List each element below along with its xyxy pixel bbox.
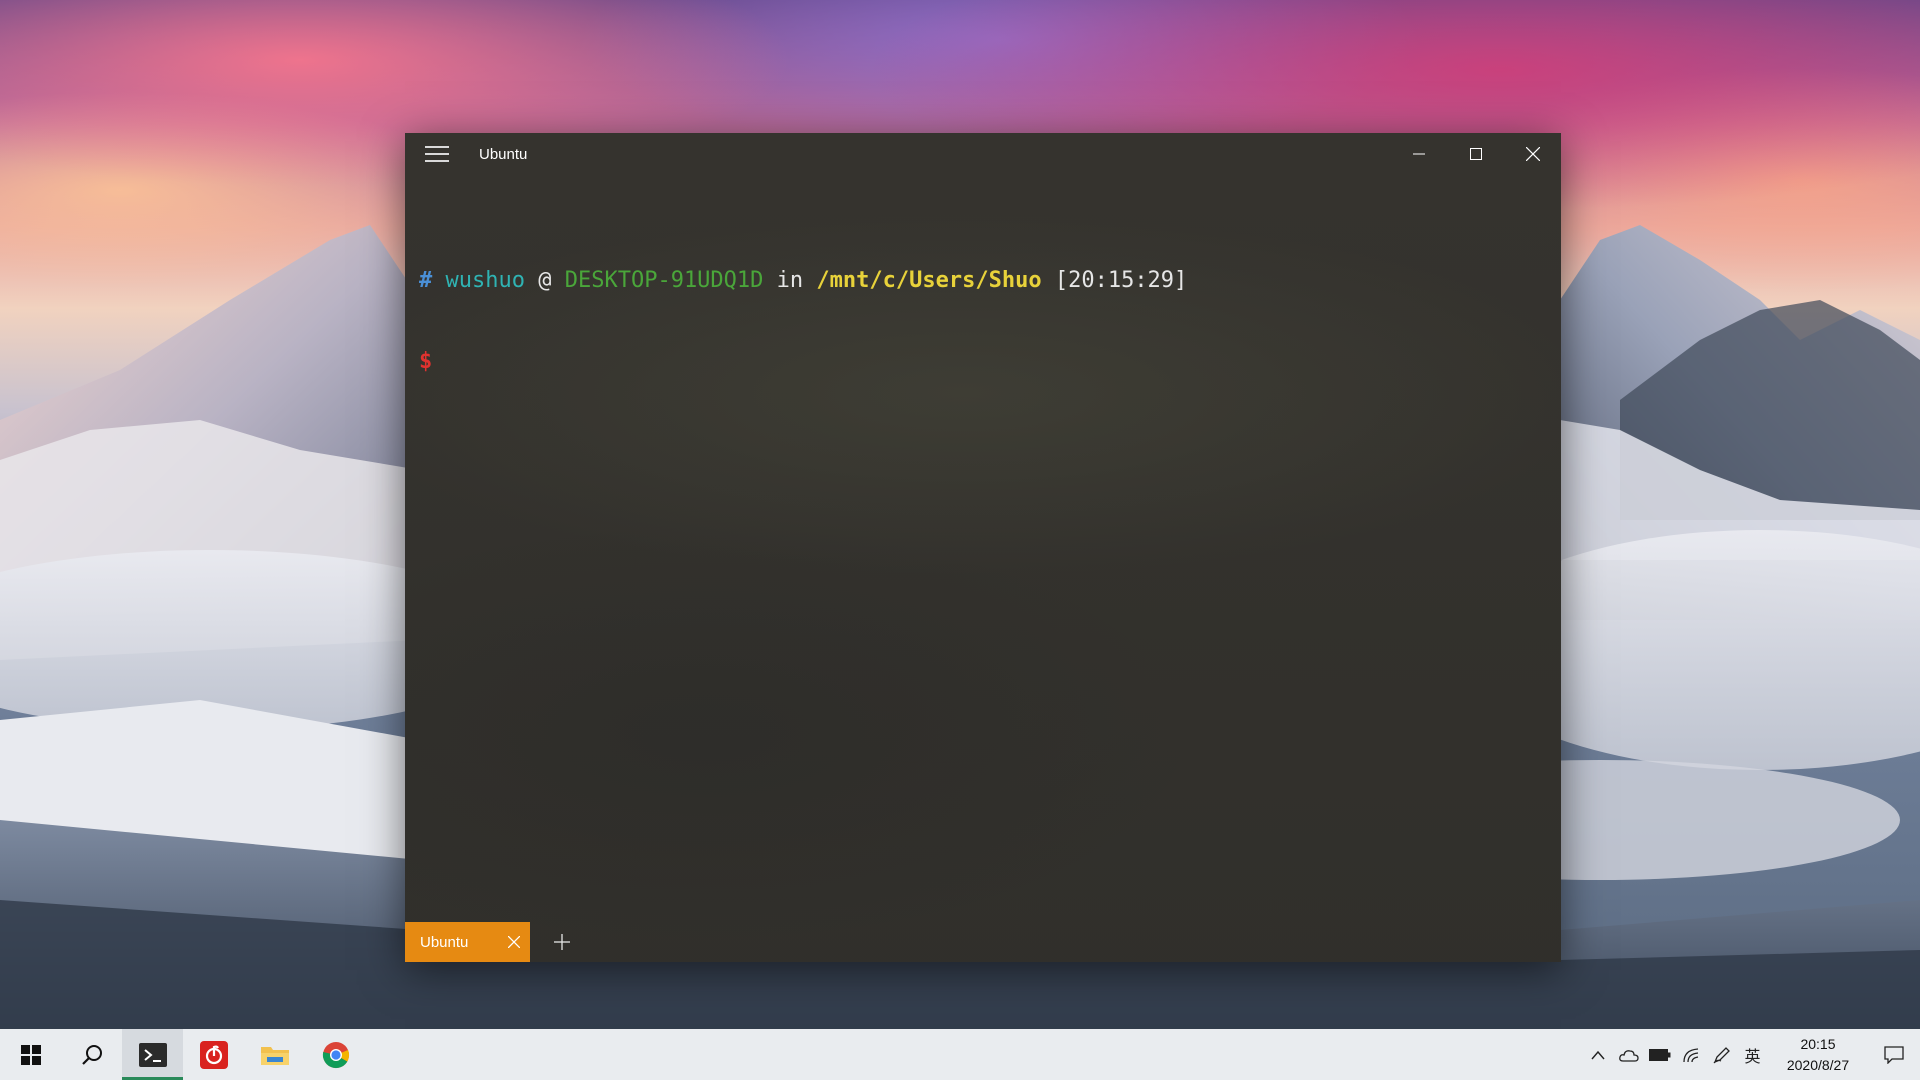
notification-icon	[1884, 1045, 1904, 1064]
wifi-button[interactable]	[1675, 1029, 1706, 1080]
battery-button[interactable]	[1644, 1029, 1675, 1080]
prompt-path: /mnt/c/Users/Shuo	[816, 268, 1042, 293]
minimize-button[interactable]	[1390, 133, 1447, 175]
taskbar-file-explorer[interactable]	[244, 1029, 305, 1080]
terminal-icon	[138, 1042, 167, 1067]
chrome-icon	[322, 1041, 349, 1068]
window-controls	[1390, 133, 1561, 175]
wifi-icon	[1682, 1047, 1698, 1062]
hamburger-menu-icon[interactable]	[425, 142, 449, 166]
folder-icon	[260, 1046, 289, 1065]
show-hidden-icons-button[interactable]	[1582, 1029, 1613, 1080]
window-titlebar[interactable]: Ubuntu	[405, 133, 1561, 175]
taskbar-clock[interactable]: 20:15 2020/8/27	[1768, 1034, 1868, 1076]
prompt-host: DESKTOP-91UDQ1D	[564, 268, 764, 293]
tab-strip: Ubuntu	[405, 922, 1561, 962]
prompt-in: in	[776, 268, 804, 293]
clock-time: 20:15	[1800, 1035, 1836, 1052]
start-button[interactable]	[0, 1029, 61, 1080]
prompt-user: wushuo	[445, 268, 525, 293]
tab-ubuntu[interactable]: Ubuntu	[405, 922, 530, 962]
taskbar: 英 20:15 2020/8/27	[0, 1029, 1920, 1080]
terminal-window[interactable]: Ubuntu # wushuo @ DESKTOP-91UDQ1D in /mn…	[405, 133, 1561, 962]
tab-close-button[interactable]	[508, 936, 520, 948]
prompt-hash: #	[419, 268, 433, 293]
onedrive-button[interactable]	[1613, 1029, 1644, 1080]
taskbar-chrome[interactable]	[305, 1029, 366, 1080]
input-method-indicator[interactable]: 英	[1737, 1029, 1768, 1080]
maximize-icon	[1469, 148, 1482, 160]
close-icon	[508, 936, 520, 948]
search-button[interactable]	[61, 1029, 122, 1080]
maximize-button[interactable]	[1447, 133, 1504, 175]
close-button[interactable]	[1504, 133, 1561, 175]
plus-icon	[554, 934, 570, 950]
pen-workspace-button[interactable]	[1706, 1029, 1737, 1080]
close-icon	[1525, 147, 1540, 161]
prompt-at: @	[538, 268, 552, 293]
clock-date: 2020/8/27	[1786, 1056, 1850, 1073]
battery-icon	[1648, 1048, 1670, 1061]
taskbar-netease-music[interactable]	[183, 1029, 244, 1080]
chevron-up-icon	[1590, 1050, 1605, 1059]
action-center-button[interactable]	[1868, 1029, 1920, 1080]
onedrive-icon	[1618, 1049, 1639, 1062]
window-title: Ubuntu	[479, 145, 528, 163]
new-tab-button[interactable]	[542, 922, 582, 962]
search-icon	[81, 1044, 102, 1065]
netease-music-icon	[199, 1040, 228, 1069]
terminal-output[interactable]: # wushuo @ DESKTOP-91UDQ1D in /mnt/c/Use…	[419, 213, 1187, 429]
prompt-line: # wushuo @ DESKTOP-91UDQ1D in /mnt/c/Use…	[419, 267, 1187, 294]
prompt-dollar: $	[419, 349, 433, 374]
system-tray: 英 20:15 2020/8/27	[1582, 1029, 1920, 1080]
taskbar-terminal[interactable]	[122, 1029, 183, 1080]
input-line[interactable]: $	[419, 348, 1187, 375]
minimize-icon	[1412, 153, 1425, 155]
windows-logo-icon	[20, 1044, 41, 1065]
prompt-time: [20:15:29]	[1054, 268, 1188, 293]
tab-label: Ubuntu	[420, 933, 469, 951]
pen-icon	[1713, 1046, 1730, 1063]
